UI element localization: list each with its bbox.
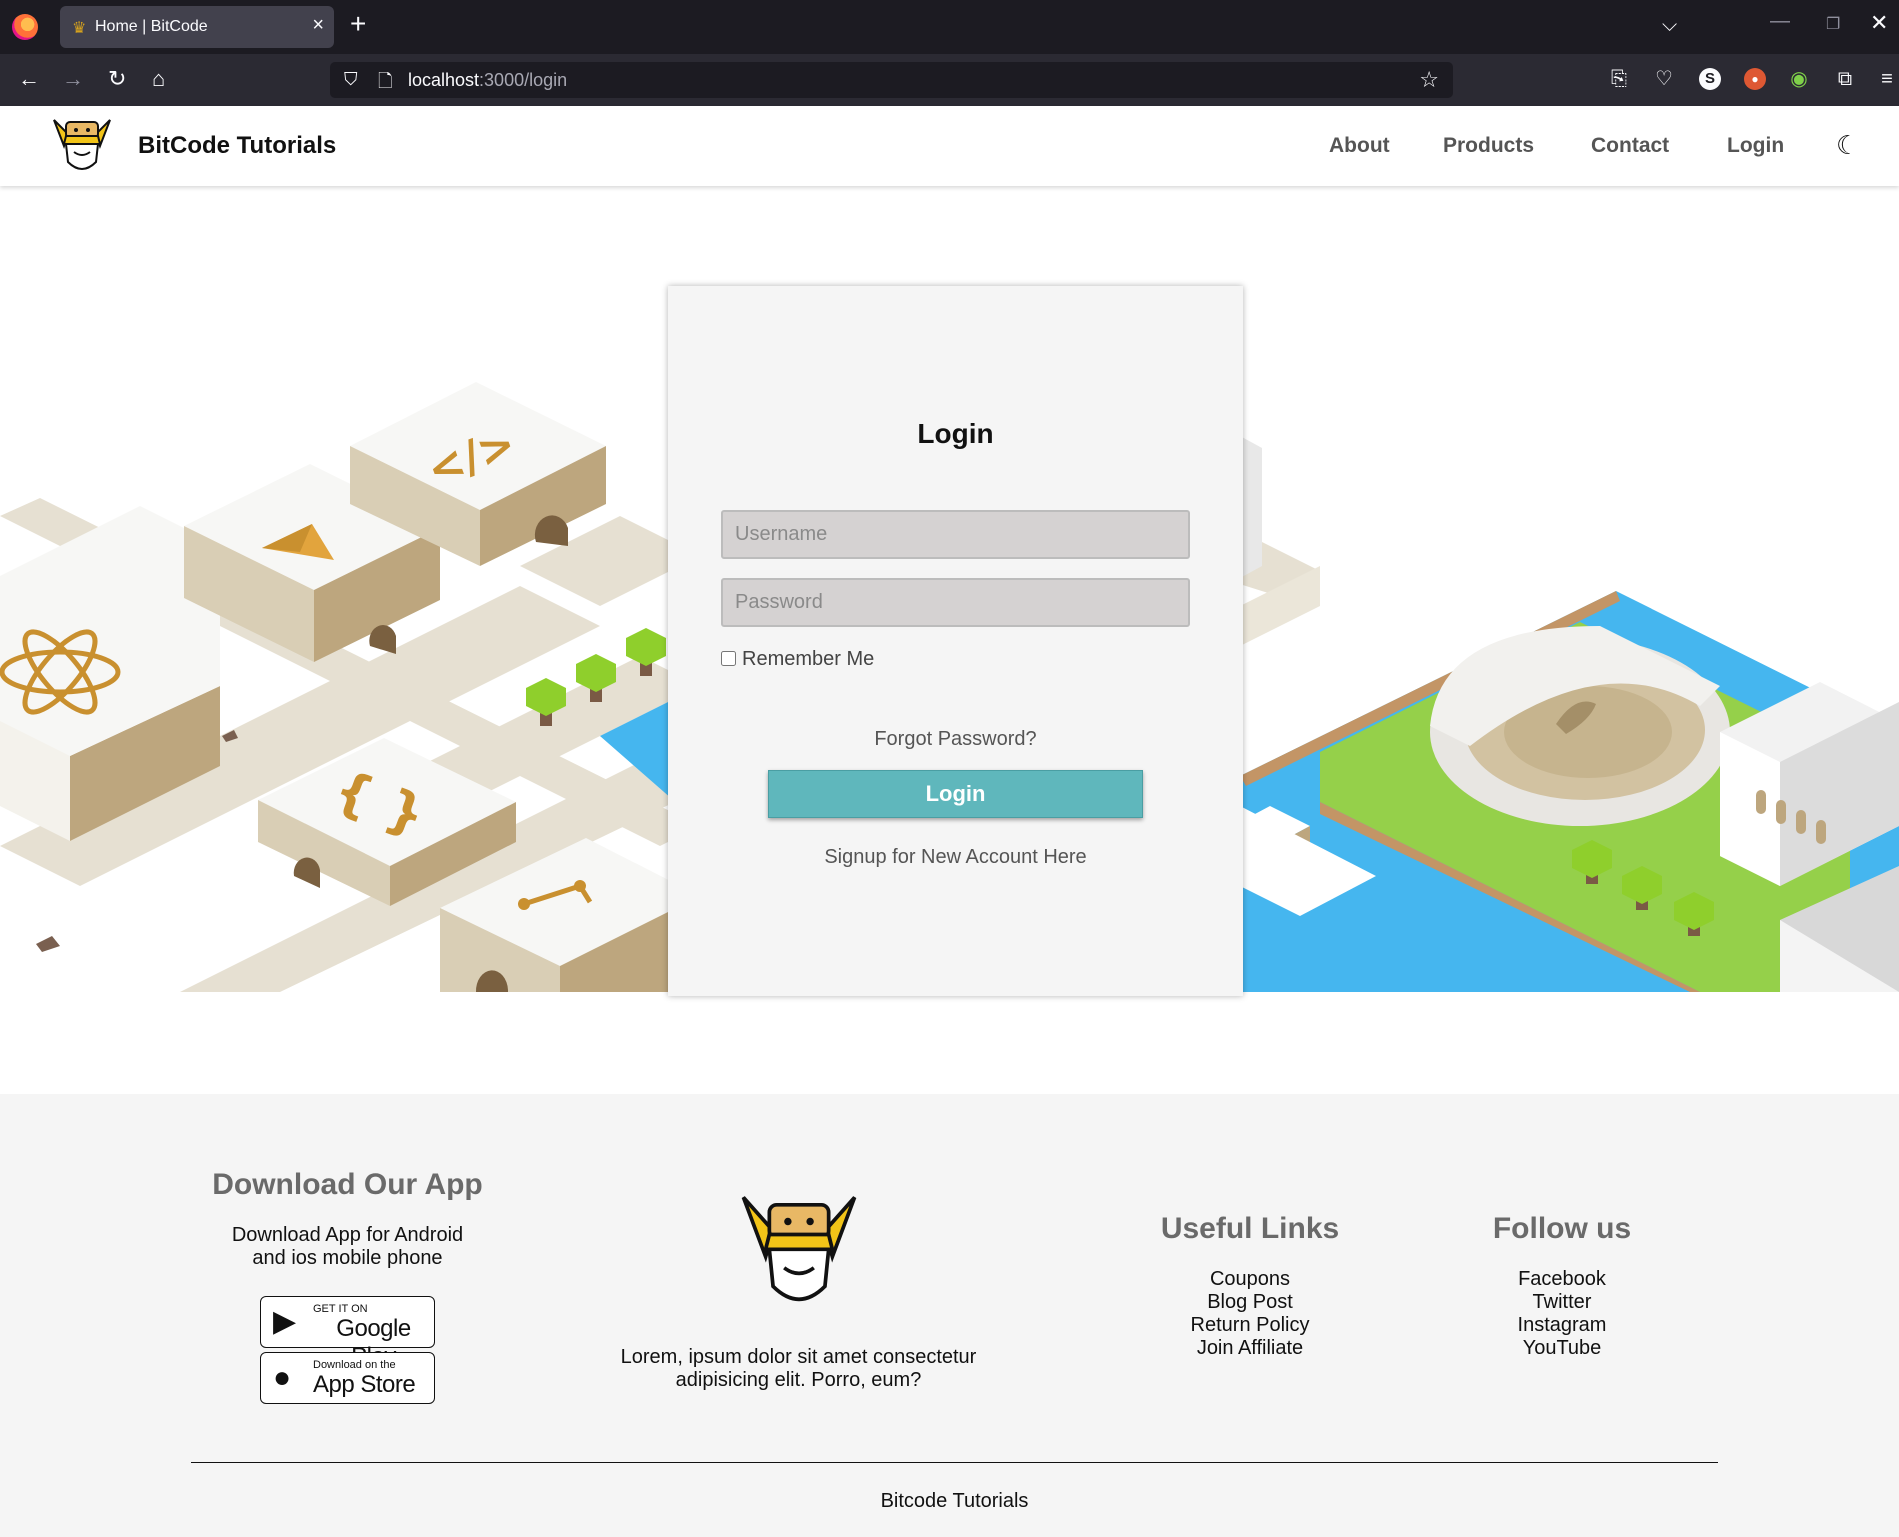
footer-link-join-affiliate[interactable]: Join Affiliate xyxy=(1130,1337,1370,1360)
footer-app-text-1: Download App for Android xyxy=(231,1224,464,1246)
extension-color-icon[interactable]: ◉ xyxy=(1786,66,1812,92)
google-play-button[interactable]: ▶ GET IT ON Google Play xyxy=(260,1296,435,1370)
username-input[interactable] xyxy=(721,510,1190,559)
url-host: localhost xyxy=(408,70,480,90)
home-icon[interactable]: ⌂ xyxy=(152,66,165,92)
footer-about-text-2: adipisicing elit. Porro, eum? xyxy=(675,1369,922,1391)
footer-app-text-2: and ios mobile phone xyxy=(252,1247,443,1269)
browser-tabbar: ♛ Home | BitCode × + ⌵ — ❐ ✕ xyxy=(0,0,1899,54)
footer-king-mascot-icon xyxy=(741,1196,857,1302)
app-store-button[interactable]: ● Download on the App Store xyxy=(260,1352,435,1404)
close-tab-icon[interactable]: × xyxy=(312,15,324,35)
browser-toolbar: ← → ↻ ⌂ ⛉ 🗋 localhost:3000/login ☆ ⎘ ♡ S… xyxy=(0,54,1899,106)
footer-social-youtube[interactable]: YouTube xyxy=(1442,1337,1682,1360)
footer-social-column: Follow us Facebook Twitter Instagram You… xyxy=(1442,1212,1682,1360)
google-play-small-text: GET IT ON xyxy=(313,1303,368,1315)
remember-me-checkbox[interactable] xyxy=(721,651,736,666)
footer-link-blog-post[interactable]: Blog Post xyxy=(1130,1291,1370,1314)
signup-link[interactable]: Signup for New Account Here xyxy=(668,846,1243,869)
footer-about-text-1: Lorem, ipsum dolor sit amet consectetur xyxy=(620,1346,977,1368)
save-to-folder-icon[interactable]: ⎘ xyxy=(1606,66,1632,92)
footer-social-heading: Follow us xyxy=(1492,1212,1632,1245)
password-input[interactable] xyxy=(721,578,1190,627)
footer-copyright: Bitcode Tutorials xyxy=(880,1490,1029,1512)
site-header: BitCode Tutorials About Products Contact… xyxy=(0,106,1899,186)
footer-social-facebook[interactable]: Facebook xyxy=(1442,1268,1682,1291)
new-tab-icon[interactable]: + xyxy=(350,10,366,38)
browser-tab-active[interactable]: ♛ Home | BitCode × xyxy=(60,6,334,48)
bookmark-star-icon[interactable]: ☆ xyxy=(1419,67,1439,93)
footer-link-return-policy[interactable]: Return Policy xyxy=(1130,1314,1370,1337)
footer-links-column: Useful Links Coupons Blog Post Return Po… xyxy=(1130,1212,1370,1360)
tab-title: Home | BitCode xyxy=(95,18,208,35)
remember-me-label[interactable]: Remember Me xyxy=(721,648,874,671)
google-play-icon: ▶ xyxy=(273,1305,297,1338)
menu-hamburger-icon[interactable]: ≡ xyxy=(1874,66,1899,92)
footer-social-twitter[interactable]: Twitter xyxy=(1442,1291,1682,1314)
duckduckgo-icon[interactable]: ● xyxy=(1744,68,1766,90)
app-store-big-text: App Store xyxy=(313,1371,416,1398)
app-store-small-text: Download on the xyxy=(313,1359,396,1371)
apple-icon: ● xyxy=(273,1361,292,1394)
nav-login[interactable]: Login xyxy=(1727,134,1784,158)
close-window-icon[interactable]: ✕ xyxy=(1870,10,1888,36)
nav-products[interactable]: Products xyxy=(1443,134,1534,158)
footer-social-instagram[interactable]: Instagram xyxy=(1442,1314,1682,1337)
page-info-icon[interactable]: 🗋 xyxy=(378,69,392,99)
tracking-shield-icon[interactable]: ⛉ xyxy=(344,69,358,90)
firefox-icon[interactable] xyxy=(12,14,38,40)
footer-app-heading: Download Our App xyxy=(212,1168,483,1201)
login-submit-button[interactable]: Login xyxy=(768,770,1143,818)
forward-arrow-icon[interactable]: → xyxy=(62,66,84,92)
forgot-password-link[interactable]: Forgot Password? xyxy=(668,728,1243,751)
nav-contact[interactable]: Contact xyxy=(1591,134,1669,158)
moon-icon[interactable]: ☾ xyxy=(1836,130,1859,161)
login-card: Login Remember Me Forgot Password? Login… xyxy=(668,286,1243,996)
footer-links-heading: Useful Links xyxy=(1160,1212,1340,1245)
footer-divider xyxy=(191,1462,1718,1463)
footer-link-coupons[interactable]: Coupons xyxy=(1130,1268,1370,1291)
extension-s-icon[interactable]: S xyxy=(1699,68,1721,90)
minimize-window-icon[interactable]: — xyxy=(1770,10,1790,33)
remember-me-text: Remember Me xyxy=(742,648,875,670)
site-footer: Download Our App Download App for Androi… xyxy=(0,1094,1899,1537)
chevron-down-icon[interactable]: ⌵ xyxy=(1662,14,1677,37)
login-title: Login xyxy=(917,418,994,449)
pocket-icon[interactable]: ♡ xyxy=(1651,66,1677,92)
url-path: :3000/login xyxy=(479,70,568,90)
reload-icon[interactable]: ↻ xyxy=(108,66,126,92)
footer-app-column: Download Our App Download App for Androi… xyxy=(200,1168,495,1404)
extensions-puzzle-icon[interactable]: ⧉ xyxy=(1832,66,1858,92)
back-arrow-icon[interactable]: ← xyxy=(18,66,40,92)
restore-window-icon[interactable]: ❐ xyxy=(1826,14,1840,34)
url-text[interactable]: localhost:3000/login xyxy=(408,70,567,91)
footer-about-column: Lorem, ipsum dolor sit amet consectetur … xyxy=(600,1346,997,1392)
king-mascot-icon[interactable] xyxy=(48,112,116,180)
brand-name[interactable]: BitCode Tutorials xyxy=(138,132,336,160)
tab-favicon-icon: ♛ xyxy=(72,20,87,37)
nav-about[interactable]: About xyxy=(1329,134,1390,158)
address-bar[interactable]: ⛉ 🗋 localhost:3000/login ☆ xyxy=(330,62,1453,98)
